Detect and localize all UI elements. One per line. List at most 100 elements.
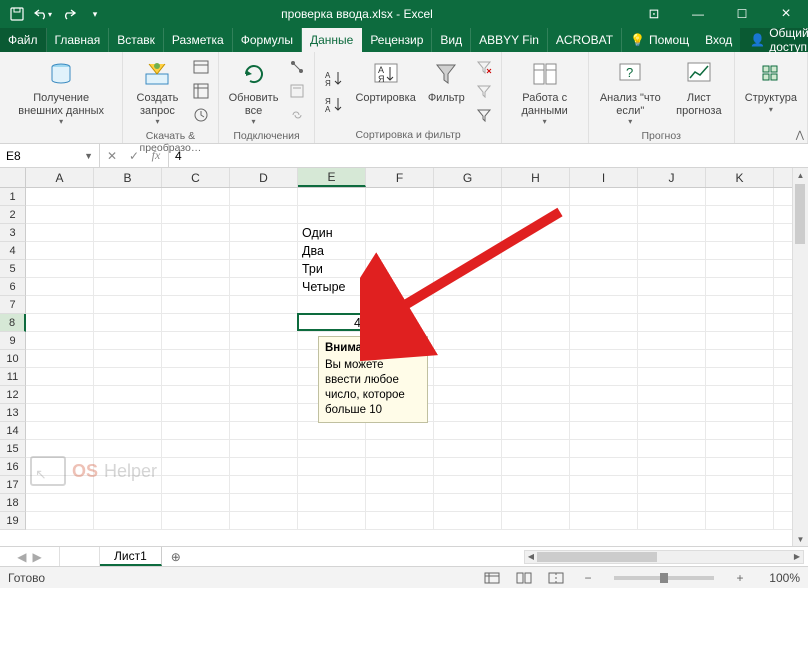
normal-view-icon[interactable] [480, 570, 504, 586]
cell[interactable] [434, 278, 502, 296]
cell[interactable] [638, 440, 706, 458]
cell[interactable] [434, 368, 502, 386]
cell[interactable] [230, 386, 298, 404]
cell[interactable] [434, 260, 502, 278]
cell[interactable] [26, 476, 94, 494]
from-table-button[interactable] [190, 80, 212, 102]
cell[interactable] [94, 314, 162, 332]
cell[interactable] [162, 332, 230, 350]
cell[interactable] [638, 404, 706, 422]
scroll-left-icon[interactable]: ◀ [525, 551, 537, 563]
cell[interactable] [366, 458, 434, 476]
tab-abbyy[interactable]: ABBYY Fin [471, 28, 548, 52]
cell[interactable] [230, 512, 298, 530]
clear-filter-button[interactable] [473, 56, 495, 78]
cell[interactable] [638, 386, 706, 404]
cell[interactable] [570, 296, 638, 314]
cell[interactable] [570, 476, 638, 494]
cell[interactable] [570, 278, 638, 296]
cell[interactable] [162, 458, 230, 476]
cell[interactable] [26, 458, 94, 476]
cell[interactable] [298, 422, 366, 440]
cell[interactable] [366, 206, 434, 224]
cell[interactable] [638, 314, 706, 332]
cell[interactable] [162, 314, 230, 332]
cell[interactable] [434, 224, 502, 242]
cell[interactable] [706, 512, 774, 530]
tab-review[interactable]: Рецензир [362, 28, 432, 52]
cell[interactable] [26, 350, 94, 368]
scroll-down-icon[interactable]: ▼ [793, 532, 808, 546]
cell[interactable] [230, 296, 298, 314]
cell[interactable] [230, 350, 298, 368]
cell[interactable] [706, 476, 774, 494]
cell[interactable] [502, 296, 570, 314]
vertical-scrollbar[interactable]: ▲ ▼ [792, 168, 808, 546]
col-header[interactable]: C [162, 168, 230, 187]
cell[interactable] [162, 404, 230, 422]
properties-button[interactable] [286, 80, 308, 102]
tab-data[interactable]: Данные [302, 28, 362, 52]
advanced-filter-button[interactable] [473, 104, 495, 126]
cell[interactable] [26, 422, 94, 440]
cell[interactable] [26, 188, 94, 206]
page-break-view-icon[interactable] [544, 570, 568, 586]
tell-me[interactable]: 💡Помощ [622, 28, 697, 52]
forecast-sheet-button[interactable]: Лист прогноза [670, 56, 728, 128]
customize-qat-icon[interactable]: ▾ [84, 3, 106, 25]
cell[interactable] [94, 476, 162, 494]
name-box[interactable]: E8 ▼ [0, 144, 100, 167]
cell[interactable] [298, 494, 366, 512]
cell[interactable] [706, 314, 774, 332]
cell[interactable] [638, 242, 706, 260]
cell[interactable] [570, 242, 638, 260]
cell[interactable] [366, 278, 434, 296]
minimize-button[interactable]: — [676, 0, 720, 28]
row-header[interactable]: 2 [0, 206, 26, 224]
reapply-button[interactable] [473, 80, 495, 102]
cell[interactable] [638, 422, 706, 440]
cell[interactable] [162, 260, 230, 278]
cell[interactable] [502, 188, 570, 206]
cell[interactable] [434, 404, 502, 422]
tab-formulas[interactable]: Формулы [233, 28, 302, 52]
cell[interactable] [94, 512, 162, 530]
cell[interactable] [230, 206, 298, 224]
hscroll-thumb[interactable] [537, 552, 657, 562]
cell[interactable] [94, 224, 162, 242]
row-header[interactable]: 19 [0, 512, 26, 530]
new-query-button[interactable]: Создать запрос▾ [129, 56, 185, 128]
cell[interactable] [706, 242, 774, 260]
cell[interactable] [230, 260, 298, 278]
fx-icon[interactable]: fx [148, 148, 164, 164]
page-layout-view-icon[interactable] [512, 570, 536, 586]
cell[interactable] [502, 440, 570, 458]
cell[interactable] [230, 332, 298, 350]
cell[interactable] [434, 494, 502, 512]
cell[interactable] [94, 494, 162, 512]
cell[interactable] [230, 278, 298, 296]
cell[interactable] [502, 404, 570, 422]
cell[interactable] [298, 296, 366, 314]
cell[interactable] [26, 260, 94, 278]
row-header[interactable]: 6 [0, 278, 26, 296]
cell[interactable] [162, 440, 230, 458]
row-header[interactable]: 17 [0, 476, 26, 494]
cell[interactable] [502, 314, 570, 332]
cell[interactable] [706, 404, 774, 422]
cell[interactable] [366, 188, 434, 206]
cell[interactable] [162, 350, 230, 368]
cell[interactable]: Два [298, 242, 366, 260]
col-header[interactable]: D [230, 168, 298, 187]
filter-button[interactable]: Фильтр [424, 56, 469, 127]
col-header[interactable]: J [638, 168, 706, 187]
col-header[interactable]: F [366, 168, 434, 187]
row-header[interactable]: 8 [0, 314, 26, 332]
refresh-all-button[interactable]: Обновить все▾ [225, 56, 283, 128]
row-header[interactable]: 9 [0, 332, 26, 350]
cell[interactable] [298, 458, 366, 476]
cell[interactable] [26, 494, 94, 512]
cell[interactable] [162, 242, 230, 260]
cell[interactable] [502, 242, 570, 260]
row-header[interactable]: 5 [0, 260, 26, 278]
